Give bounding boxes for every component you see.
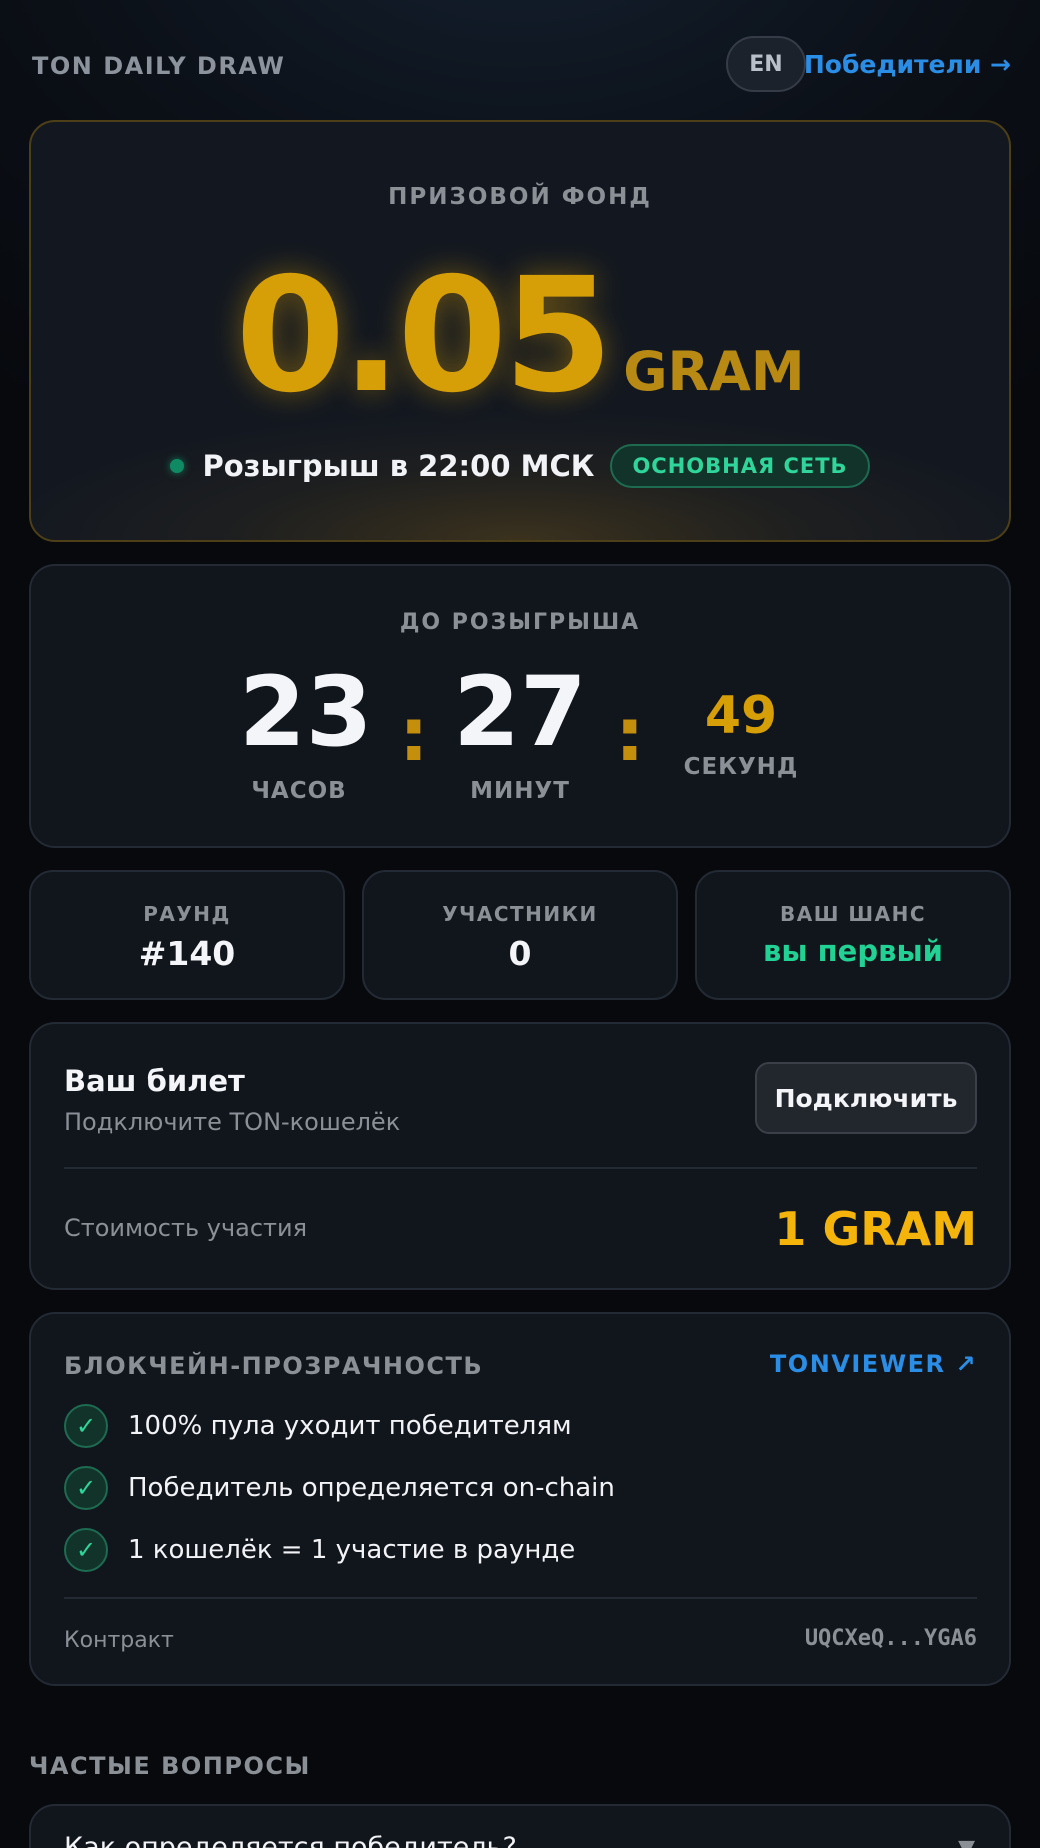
countdown-separator: : (399, 692, 429, 778)
list-item-text: Победитель определяется on-chain (128, 1473, 615, 1503)
faq-question: Как определяется победитель? (64, 1832, 517, 1848)
stat-label: УЧАСТНИКИ (442, 902, 598, 926)
ticket-title: Ваш билет (64, 1064, 245, 1098)
check-icon: ✓ (64, 1404, 108, 1448)
stat-round: РАУНД #140 (29, 870, 345, 1000)
winners-link[interactable]: Победители → (804, 50, 1011, 79)
minutes-label: МИНУТ (470, 778, 570, 804)
list-item: ✓ Победитель определяется on-chain (64, 1466, 615, 1510)
countdown-card: ДО РОЗЫГРЫША 23 ЧАСОВ : 27 МИНУТ : 49 СЕ… (29, 564, 1011, 848)
seconds-label: СЕКУНД (683, 754, 799, 780)
list-item: ✓ 1 кошелёк = 1 участие в раунде (64, 1528, 575, 1572)
divider (64, 1167, 977, 1169)
hours-value: 23 (239, 656, 373, 768)
seconds-value: 49 (704, 686, 778, 746)
brand-title: TON DAILY DRAW (32, 52, 286, 80)
prize-amount: 0.05 GRAM (31, 244, 1009, 428)
countdown-label: ДО РОЗЫГРЫША (399, 610, 641, 635)
stat-label: РАУНД (143, 902, 231, 926)
check-icon: ✓ (64, 1528, 108, 1572)
list-item-text: 100% пула уходит победителям (128, 1411, 572, 1441)
language-button[interactable]: EN (726, 36, 806, 92)
live-dot-icon (170, 459, 185, 473)
network-badge: ОСНОВНАЯ СЕТЬ (610, 444, 870, 488)
cost-value: 1 GRAM (774, 1202, 977, 1256)
ticket-card: Ваш билет Подключите TON-кошелёк Подключ… (29, 1022, 1011, 1290)
prize-value: 0.05 (235, 244, 613, 428)
contract-label: Контракт (64, 1628, 174, 1653)
minutes-value: 27 (453, 656, 587, 768)
list-item: ✓ 100% пула уходит победителям (64, 1404, 572, 1448)
prize-unit: GRAM (623, 340, 805, 403)
draw-time: Розыгрыш в 22:00 МСК (202, 449, 595, 483)
stat-value: 0 (508, 934, 532, 973)
transparency-title: БЛОКЧЕЙН-ПРОЗРАЧНОСТЬ (64, 1352, 484, 1380)
contract-address[interactable]: UQCXeQ...YGA6 (805, 1626, 977, 1651)
draw-status: Розыгрыш в 22:00 МСК ОСНОВНАЯ СЕТЬ (31, 444, 1009, 488)
prize-card: ПРИЗОВОЙ ФОНД 0.05 GRAM Розыгрыш в 22:00 … (29, 120, 1011, 542)
prize-label: ПРИЗОВОЙ ФОНД (388, 184, 652, 210)
chevron-down-icon: ▼ (958, 1836, 975, 1848)
cost-label: Стоимость участия (64, 1214, 308, 1242)
list-item-text: 1 кошелёк = 1 участие в раунде (128, 1535, 576, 1565)
transparency-card: БЛОКЧЕЙН-ПРОЗРАЧНОСТЬ TONVIEWER ↗ ✓ 100%… (29, 1312, 1011, 1686)
countdown-seconds: 49 СЕКУНД (671, 688, 811, 780)
divider (64, 1597, 977, 1599)
countdown-separator: : (615, 692, 645, 778)
faq-title: ЧАСТЫЕ ВОПРОСЫ (29, 1752, 311, 1780)
stat-label: ВАШ ШАНС (780, 902, 926, 926)
connect-wallet-button[interactable]: Подключить (755, 1062, 977, 1134)
ticket-subtitle: Подключите TON-кошелёк (64, 1108, 401, 1136)
stat-chance: ВАШ ШАНС вы первый (695, 870, 1011, 1000)
countdown-hours: 23 ЧАСОВ (239, 656, 373, 804)
stat-value: вы первый (762, 934, 944, 968)
tonviewer-link[interactable]: TONVIEWER ↗ (770, 1350, 977, 1378)
header: TON DAILY DRAW EN Победители → (29, 34, 1011, 94)
countdown-minutes: 27 МИНУТ (449, 664, 591, 804)
check-icon: ✓ (64, 1466, 108, 1510)
stat-value: #140 (138, 934, 236, 973)
faq-item[interactable]: Как определяется победитель? ▼ (29, 1804, 1011, 1848)
stat-participants: УЧАСТНИКИ 0 (362, 870, 678, 1000)
hours-label: ЧАСОВ (251, 778, 347, 804)
